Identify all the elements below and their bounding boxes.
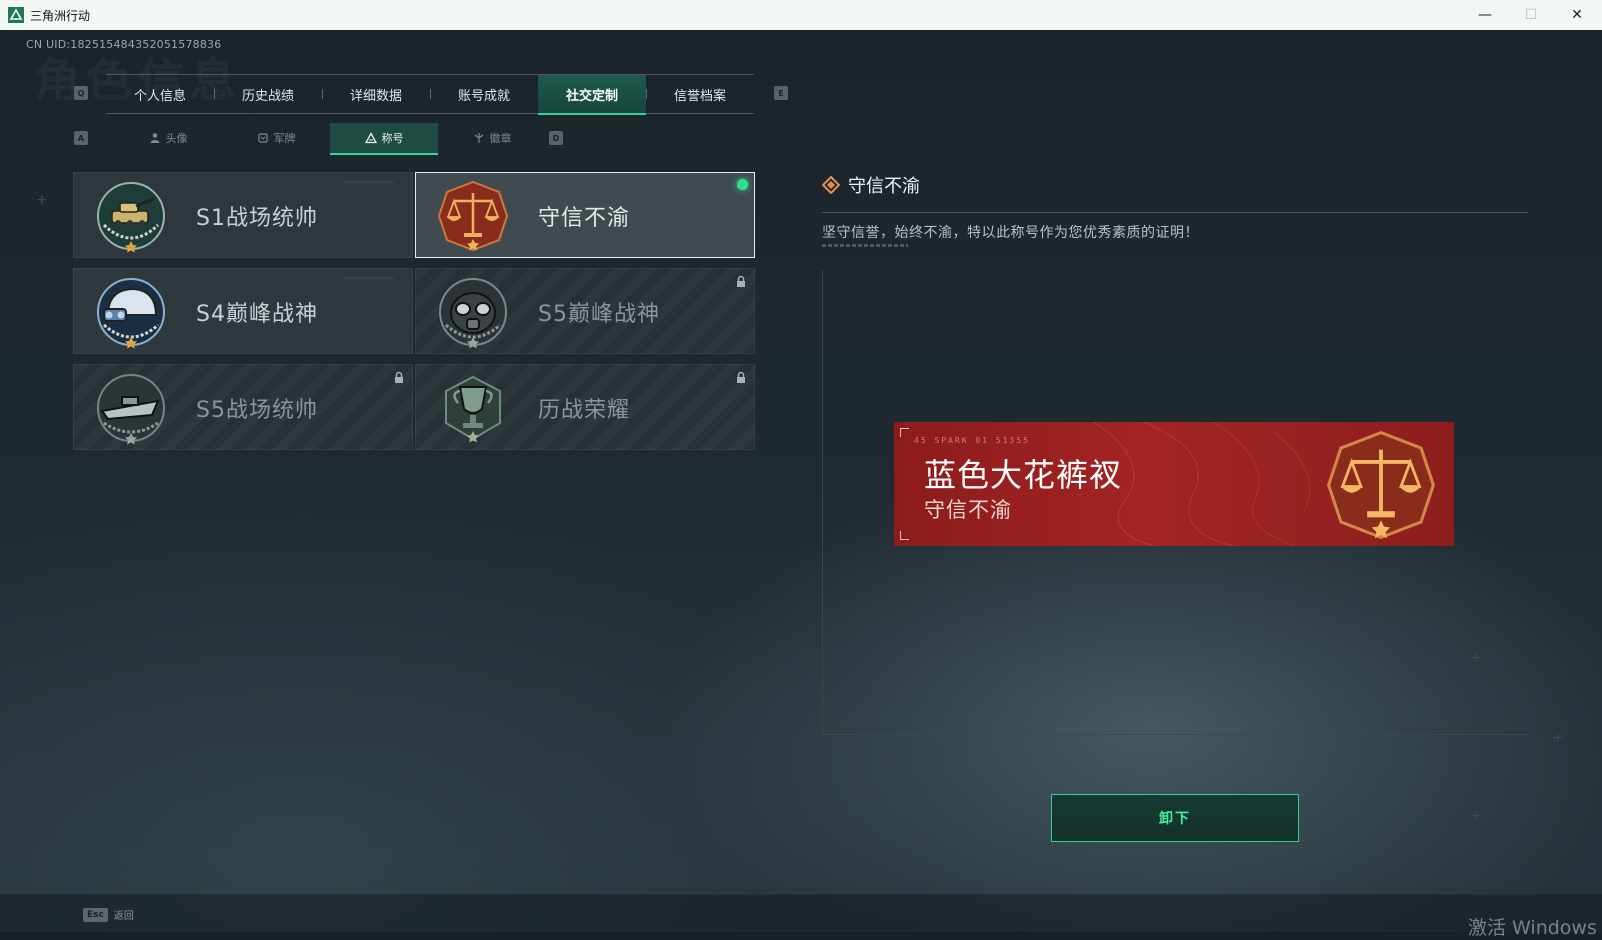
lock-icon	[395, 371, 403, 383]
detail-header: 守信不渝	[822, 172, 920, 198]
tab-history[interactable]: 历史战绩	[214, 75, 322, 113]
sub-tab-bar: 头像 军牌 称号 徽章	[114, 123, 546, 155]
trophy-emblem-icon	[445, 375, 501, 443]
subtab-badge[interactable]: 徽章	[438, 123, 546, 153]
subtab-avatar[interactable]: 头像	[114, 123, 222, 153]
frame-line	[822, 734, 1528, 735]
crosshair-deco-icon: +	[1552, 730, 1564, 746]
title-card-s1-commander[interactable]: S1战场统帅	[73, 172, 413, 258]
title-card-name: 历战荣耀	[538, 398, 631, 423]
dogtag-icon	[257, 133, 268, 143]
next-tab-key-hint[interactable]: E	[774, 86, 788, 100]
banner-corner	[900, 531, 909, 540]
uid-label: CN UID:18251548435205157883­6	[26, 38, 222, 51]
lock-icon	[737, 371, 745, 383]
game-scene: 角色信息 CN UID:18251548435205157883­6 + + +…	[0, 30, 1602, 939]
prev-tab-key-hint[interactable]: Q	[74, 86, 88, 100]
helmet-emblem-icon	[97, 278, 165, 349]
subtab-dogtag[interactable]: 军牌	[222, 123, 330, 153]
app-logo-icon	[8, 7, 24, 23]
close-button[interactable]: ✕	[1554, 0, 1600, 30]
tab-social-customization[interactable]: 社交定制	[538, 75, 646, 115]
subtab-label: 徽章	[489, 132, 512, 145]
tank-emblem-icon	[97, 182, 165, 253]
bottom-bar: Esc 返回 激活 Windows	[0, 894, 1602, 939]
scales-emblem-icon	[437, 180, 509, 252]
next-subtab-key-hint[interactable]: D	[549, 131, 563, 145]
title-card-name: S5巅峰战神	[538, 302, 660, 327]
back-button[interactable]: Esc 返回	[83, 907, 134, 922]
person-icon	[150, 133, 159, 143]
esc-key-hint: Esc	[83, 907, 108, 922]
window-title: 三角洲行动	[30, 8, 91, 23]
title-card-s4-war-god[interactable]: S4巅峰战神	[73, 268, 413, 354]
banner-corner	[900, 428, 909, 437]
title-card-name: S5战场统帅	[196, 398, 318, 423]
main-tab-bar: 个人信息 历史战绩 详细数据 账号成就 社交定制 信誉档案	[106, 74, 754, 115]
tab-personal-info[interactable]: 个人信息	[106, 75, 214, 113]
title-card-trustworthy[interactable]: 守信不渝	[415, 172, 755, 258]
title-card-name: S4巅峰战神	[196, 302, 318, 327]
minimize-button[interactable]: —	[1462, 0, 1508, 30]
window-title-bar: 三角洲行动 — ☐ ✕	[0, 0, 1602, 31]
title-card-battle-glory[interactable]: 历战荣耀	[415, 364, 755, 450]
boat-emblem-icon	[97, 374, 165, 445]
card-deco	[344, 277, 394, 279]
detail-deco-bar	[822, 244, 908, 247]
subtab-label: 军牌	[273, 132, 296, 145]
title-card-s5-war-god[interactable]: S5巅峰战神	[415, 268, 755, 354]
diamond-marker-icon	[822, 176, 840, 194]
banner-code: 45 SPARK 01 51355	[914, 436, 1030, 445]
frame-line	[822, 270, 823, 740]
equipped-indicator-dot	[737, 179, 748, 190]
lock-icon	[737, 275, 745, 287]
badge-icon	[474, 133, 483, 143]
tab-achievements[interactable]: 账号成就	[430, 75, 538, 113]
title-preview-banner: 45 SPARK 01 51355 蓝色大花裤衩 守信不渝	[894, 422, 1454, 546]
detail-description: 坚守信誉，始终不渝，特以此称号作为您优秀素质的证明！	[822, 225, 1199, 241]
tab-reputation[interactable]: 信誉档案	[646, 75, 754, 113]
windows-activation-watermark: 激活 Windows	[1468, 917, 1597, 939]
card-deco	[344, 181, 394, 183]
subtab-title[interactable]: 称号	[330, 123, 438, 155]
prev-subtab-key-hint[interactable]: A	[74, 131, 88, 145]
detail-divider	[822, 212, 1528, 213]
detail-title: 守信不渝	[848, 176, 920, 197]
title-card-name: S1战场统帅	[196, 206, 318, 231]
preview-title-text: 守信不渝	[924, 498, 1012, 522]
gasmask-emblem-icon	[439, 278, 507, 349]
unequip-button[interactable]: 卸下	[1051, 794, 1299, 842]
title-card-name: 守信不渝	[538, 206, 631, 231]
crosshair-deco-icon: +	[1470, 650, 1482, 666]
triangle-title-icon	[364, 132, 377, 144]
maximize-button[interactable]: ☐	[1508, 0, 1554, 30]
tab-detailed-data[interactable]: 详细数据	[322, 75, 430, 113]
crosshair-deco-icon: +	[1470, 808, 1482, 824]
preview-player-name: 蓝色大花裤衩	[924, 456, 1123, 494]
scales-emblem-icon	[1326, 430, 1436, 540]
crosshair-deco-icon: +	[36, 192, 48, 208]
back-label: 返回	[113, 911, 134, 922]
subtab-label: 头像	[165, 132, 188, 145]
subtab-label: 称号	[381, 132, 404, 145]
title-card-s5-commander[interactable]: S5战场统帅	[73, 364, 413, 450]
